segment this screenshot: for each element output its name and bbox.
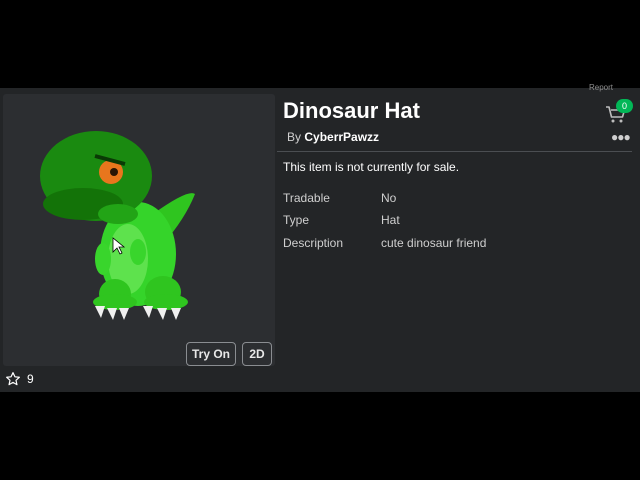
view-2d-button[interactable]: 2D — [242, 342, 272, 366]
favorite-button[interactable]: 9 — [5, 370, 34, 388]
sale-status-text: This item is not currently for sale. — [283, 160, 460, 174]
favorite-count: 9 — [27, 372, 34, 386]
report-link[interactable]: Report — [589, 83, 613, 92]
detail-label: Tradable — [283, 191, 330, 205]
item-title: Dinosaur Hat — [283, 98, 420, 123]
item-details-page: Try On 2D 9 Report Dinosaur Hat By Cyber… — [0, 83, 640, 392]
divider — [277, 151, 632, 152]
ellipsis-icon[interactable]: ●●● — [611, 130, 631, 144]
creator-byline: By CyberrPawzz — [287, 130, 379, 144]
detail-value[interactable]: Hat — [381, 213, 400, 227]
detail-value: cute dinosaur friend — [381, 236, 487, 250]
detail-value: No — [381, 191, 397, 205]
star-outline-icon — [6, 372, 20, 386]
try-on-button[interactable]: Try On — [186, 342, 236, 366]
cart-count-badge: 0 — [616, 99, 633, 113]
detail-label: Type — [283, 213, 310, 227]
by-prefix: By — [287, 130, 302, 144]
item-preview-panel[interactable]: Try On 2D — [3, 94, 275, 366]
detail-label: Description — [283, 236, 344, 250]
creator-link[interactable]: CyberrPawzz — [304, 130, 379, 144]
dinosaur-hat-thumbnail — [40, 131, 195, 320]
